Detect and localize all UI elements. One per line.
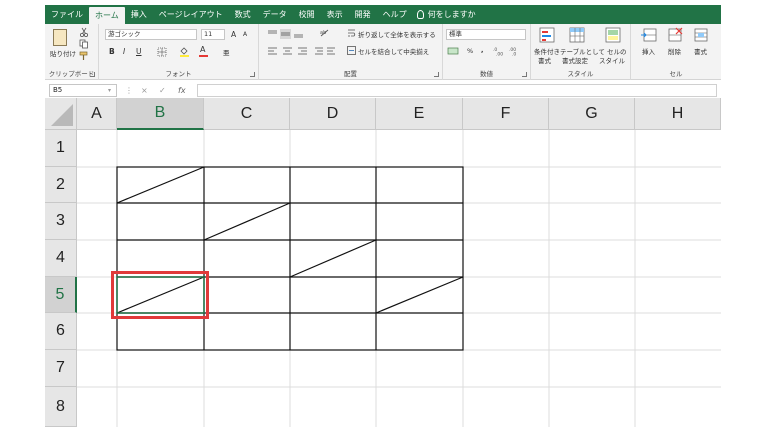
phonetic-button[interactable]: 亜 <box>223 47 230 57</box>
format-button[interactable]: 書式 <box>694 46 707 56</box>
tab-formulas[interactable]: 数式 <box>229 5 257 24</box>
tab-insert[interactable]: 挿入 <box>125 5 153 24</box>
excel-window: ファイル ホーム 挿入 ページレイアウト 数式 データ 校閲 表示 開発 ヘルプ… <box>0 0 768 427</box>
name-box-dropdown-icon[interactable]: ▾ <box>108 84 111 97</box>
underline-button[interactable]: U <box>136 47 142 56</box>
tab-data[interactable]: データ <box>257 5 293 24</box>
percent-button[interactable]: % <box>467 47 473 55</box>
conditional-formatting-icon[interactable] <box>539 27 555 43</box>
horizontal-align-icons[interactable] <box>267 46 337 56</box>
diagonal-b2 <box>116 166 205 204</box>
insert-function-icon[interactable]: fx <box>178 84 186 97</box>
decimal-places-icons[interactable]: .0.00 .00.0 <box>493 45 523 56</box>
cut-icon[interactable] <box>79 27 89 37</box>
tab-page-layout[interactable]: ページレイアウト <box>153 5 229 24</box>
formula-bar: B5 ▾ ⋮ × ✓ fx <box>45 83 721 98</box>
cell-styles-icon[interactable] <box>605 27 621 43</box>
tab-review[interactable]: 校閲 <box>293 5 321 24</box>
tab-home[interactable]: ホーム <box>89 7 125 24</box>
cell-styles-label-2[interactable]: スタイル <box>599 55 625 65</box>
tell-me-label: 何をしますか <box>427 10 476 19</box>
number-group-label: 数値 <box>480 70 493 78</box>
comma-button[interactable]: , <box>481 46 483 54</box>
name-box[interactable]: B5 <box>49 84 117 97</box>
font-color-button[interactable]: A <box>200 45 205 54</box>
styles-group-label: スタイル <box>567 70 594 78</box>
styles-group: 条件付き 書式 テーブルとして 書式設定 セルの スタイル スタイル <box>531 24 631 80</box>
format-cells-icon[interactable] <box>693 27 709 43</box>
diagonal-b5 <box>116 276 205 314</box>
diagonal-d4 <box>289 239 377 278</box>
shrink-font-button[interactable]: A <box>243 31 247 38</box>
svg-text:.00: .00 <box>496 52 503 57</box>
alignment-group: ab 折り返して全体を表示する セルを結合して中央揃え 配置 <box>259 24 443 80</box>
diagonal-c3 <box>203 202 291 241</box>
alignment-launcher-icon[interactable] <box>434 72 439 77</box>
merge-center-icon[interactable] <box>347 46 356 55</box>
format-painter-icon[interactable] <box>79 51 89 61</box>
number-group: 標準 % , .0.00 .00.0 数値 <box>443 24 531 80</box>
delete-button[interactable]: 削除 <box>668 46 681 56</box>
delete-cells-icon[interactable] <box>667 27 683 43</box>
number-format-select[interactable]: 標準 <box>446 29 526 40</box>
gridlines <box>77 130 721 427</box>
cell-area[interactable] <box>45 98 721 427</box>
font-color-swatch <box>199 55 208 57</box>
font-name-select[interactable]: 游ゴシック <box>105 29 197 40</box>
font-group-label: フォント <box>165 70 192 78</box>
font-size-select[interactable]: 11 <box>201 29 225 40</box>
font-group: 游ゴシック 11 A A B I U A 亜 フォント <box>99 24 259 80</box>
font-launcher-icon[interactable] <box>250 72 255 77</box>
conditional-formatting-label-2[interactable]: 書式 <box>538 55 551 65</box>
clipboard-group: 貼り付け クリップボード <box>45 24 99 80</box>
ribbon-tab-bar: ファイル ホーム 挿入 ページレイアウト 数式 データ 校閲 表示 開発 ヘルプ… <box>45 5 721 24</box>
paste-icon[interactable] <box>53 29 67 46</box>
svg-text:ab: ab <box>320 30 326 36</box>
bordered-table <box>116 166 464 351</box>
merge-center-button[interactable]: セルを結合して中央揃え <box>358 46 429 56</box>
diagonal-e5 <box>375 276 464 314</box>
lightbulb-icon <box>416 10 424 19</box>
formula-bar-divider: ⋮ <box>125 86 133 95</box>
svg-text:.0: .0 <box>512 52 516 57</box>
tab-help[interactable]: ヘルプ <box>377 5 413 24</box>
borders-icon[interactable] <box>157 47 167 57</box>
alignment-group-label: 配置 <box>344 70 357 78</box>
enter-icon[interactable]: ✓ <box>159 84 166 97</box>
wrap-text-button[interactable]: 折り返して全体を表示する <box>358 29 436 39</box>
tab-file[interactable]: ファイル <box>45 5 89 24</box>
number-launcher-icon[interactable] <box>522 72 527 77</box>
vertical-align-icons[interactable] <box>267 29 307 39</box>
format-as-table-label-2[interactable]: 書式設定 <box>562 55 588 65</box>
format-as-table-icon[interactable] <box>569 27 585 43</box>
grow-font-button[interactable]: A <box>231 30 236 39</box>
italic-button[interactable]: I <box>123 47 125 56</box>
cells-group-label: セル <box>669 70 683 78</box>
fill-color-icon[interactable] <box>179 46 190 57</box>
tab-view[interactable]: 表示 <box>321 5 349 24</box>
insert-cells-icon[interactable] <box>641 27 657 43</box>
formula-input[interactable] <box>197 84 717 97</box>
orientation-icon[interactable]: ab <box>319 28 331 38</box>
cancel-icon[interactable]: × <box>141 84 148 97</box>
insert-button[interactable]: 挿入 <box>642 46 655 56</box>
tell-me-search[interactable]: 何をしますか <box>416 9 476 20</box>
worksheet-grid: A B C D E F G H 1 2 3 4 5 6 7 8 <box>45 98 721 427</box>
paste-button[interactable]: 貼り付け <box>50 48 76 58</box>
currency-icon[interactable] <box>447 46 459 56</box>
clipboard-launcher-icon[interactable] <box>90 72 95 77</box>
ribbon: 貼り付け クリップボード 游ゴシック 11 A A B I U A 亜 フォント… <box>45 24 721 80</box>
tab-developer[interactable]: 開発 <box>349 5 377 24</box>
copy-icon[interactable] <box>79 39 89 49</box>
bold-button[interactable]: B <box>109 47 115 56</box>
cells-group: 挿入 削除 書式 セル <box>631 24 721 80</box>
wrap-text-icon[interactable] <box>347 29 356 38</box>
